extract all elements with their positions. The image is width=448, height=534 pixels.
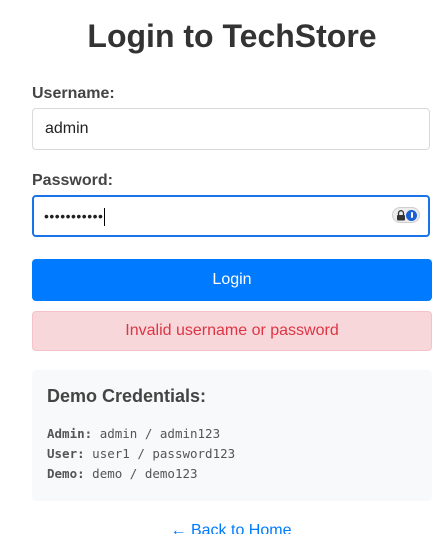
credential-key: Demo:: [47, 466, 85, 481]
credential-row: User: user1 / password123: [47, 444, 417, 464]
password-key-icon: [406, 209, 417, 221]
username-label: Username:: [32, 85, 115, 102]
credential-value: admin / admin123: [99, 426, 221, 441]
login-button[interactable]: Login: [32, 259, 432, 301]
credential-row: Demo: demo / demo123: [47, 464, 417, 484]
page-title: Login to TechStore: [87, 18, 377, 54]
back-to-home-link[interactable]: ← Back to Home: [0, 521, 448, 534]
demo-credentials-box: Demo Credentials: Admin: admin / admin12…: [32, 370, 432, 501]
text-caret: [104, 207, 106, 226]
password-manager-button[interactable]: [392, 207, 420, 223]
demo-credentials-title: Demo Credentials:: [47, 386, 207, 406]
credential-row: Admin: admin / admin123: [47, 424, 417, 444]
username-input[interactable]: admin: [32, 108, 430, 150]
error-alert: Invalid username or password: [32, 311, 432, 351]
password-value: •••••••••••: [44, 208, 104, 224]
credential-key: Admin:: [47, 426, 93, 441]
lock-icon: [397, 210, 405, 221]
password-input[interactable]: •••••••••••: [32, 195, 430, 237]
login-page: Login to TechStore Username: admin Passw…: [0, 0, 448, 534]
password-label: Password:: [32, 172, 113, 189]
username-value: admin: [45, 120, 89, 137]
credential-value: user1 / password123: [92, 446, 236, 461]
credential-value: demo / demo123: [92, 466, 198, 481]
credential-key: User:: [47, 446, 85, 461]
